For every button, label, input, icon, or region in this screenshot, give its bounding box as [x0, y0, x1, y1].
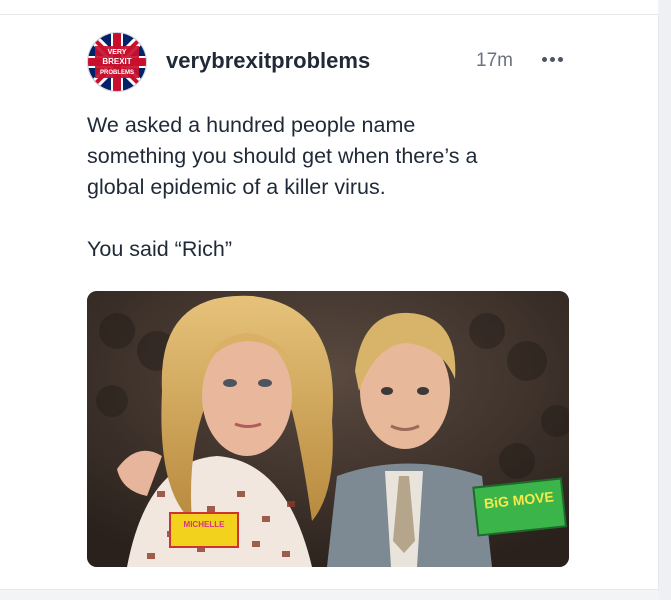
- username-link[interactable]: verybrexitproblems: [166, 48, 370, 74]
- badge-left-text: MICHELLE: [184, 520, 226, 529]
- post-text-line: We asked a hundred people name: [87, 113, 416, 137]
- post-body: We asked a hundred people name something…: [87, 110, 607, 265]
- more-horizontal-icon: [541, 56, 547, 62]
- union-jack-avatar-icon: VERY BREXIT PROBLEMS: [88, 33, 146, 91]
- avatar-text-3: PROBLEMS: [100, 70, 134, 76]
- meme-photo: BiG MOVE MICHELLE: [87, 291, 569, 567]
- post-timestamp[interactable]: 17m: [476, 50, 513, 72]
- name-badge-left: [169, 512, 239, 548]
- more-dot: [557, 56, 563, 62]
- right-rail: [659, 0, 671, 600]
- post-text-line: something you should get when there’s a: [87, 144, 478, 168]
- post-text-line: global epidemic of a killer virus.: [87, 175, 386, 199]
- avatar[interactable]: VERY BREXIT PROBLEMS: [87, 32, 147, 92]
- avatar-text-2: BREXIT: [102, 57, 131, 66]
- more-dot: [549, 56, 555, 62]
- avatar-text-1: VERY: [108, 49, 127, 56]
- more-options-button[interactable]: [538, 46, 566, 72]
- previous-post-edge: [0, 0, 658, 14]
- post-image[interactable]: BiG MOVE MICHELLE: [87, 291, 569, 567]
- post-text-line: You said “Rich”: [87, 237, 232, 261]
